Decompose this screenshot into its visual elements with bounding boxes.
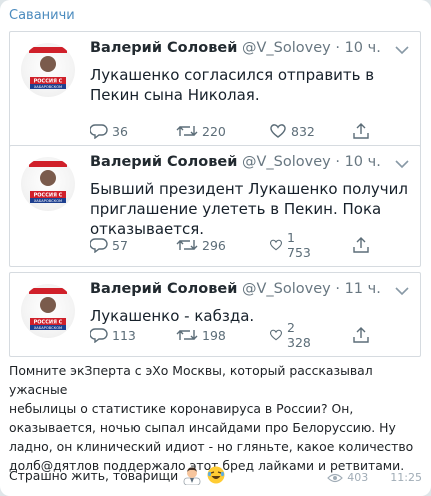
reply-count: 113 bbox=[112, 327, 136, 343]
tweet-card[interactable]: РОССИЯ С ХАБАРОВСКОМ Валерий Соловей @V_… bbox=[9, 272, 421, 357]
share-icon bbox=[353, 237, 369, 253]
retweet-count: 296 bbox=[202, 237, 226, 253]
post-text: Помните экЗперта с эХо Москвы, который р… bbox=[9, 363, 414, 473]
reply-button[interactable]: 113 bbox=[90, 326, 136, 344]
separator: · bbox=[335, 40, 340, 56]
svg-text:РОССИЯ С: РОССИЯ С bbox=[34, 320, 63, 326]
tweet-author[interactable]: Валерий Соловей bbox=[90, 281, 237, 297]
svg-text:РОССИЯ С: РОССИЯ С bbox=[34, 193, 63, 199]
chevron-down-icon[interactable] bbox=[394, 158, 410, 170]
tweet-handle[interactable]: @V_Solovey bbox=[242, 281, 331, 297]
reply-icon bbox=[90, 124, 108, 139]
reply-icon bbox=[90, 328, 108, 343]
view-count: 403 bbox=[347, 471, 369, 484]
tweet-time[interactable]: 11 ч. bbox=[345, 281, 381, 297]
avatar[interactable]: РОССИЯ С ХАБАРОВСКОМ bbox=[21, 157, 75, 211]
separator: · bbox=[335, 281, 340, 297]
heart-icon bbox=[269, 239, 283, 251]
avatar[interactable]: РОССИЯ С ХАБАРОВСКОМ bbox=[21, 43, 75, 97]
share-button[interactable] bbox=[352, 236, 370, 254]
retweet-button[interactable]: 220 bbox=[176, 122, 226, 140]
like-button[interactable]: 2 328 bbox=[269, 320, 315, 350]
reply-count: 57 bbox=[112, 237, 128, 253]
tweet-time[interactable]: 10 ч. bbox=[345, 154, 381, 170]
like-button[interactable]: 832 bbox=[269, 122, 315, 140]
svg-text:РОССИЯ С: РОССИЯ С bbox=[34, 79, 63, 85]
share-button[interactable] bbox=[352, 122, 370, 140]
message-meta: 403 11:25 bbox=[327, 471, 422, 484]
post-closing-line: Страшно жить, товарищи bbox=[9, 465, 226, 485]
like-count: 2 328 bbox=[287, 320, 311, 350]
retweet-icon bbox=[176, 240, 198, 250]
tweet-card[interactable]: РОССИЯ С ХАБАРОВСКОМ Валерий Соловей @V_… bbox=[9, 145, 421, 267]
reply-button[interactable]: 57 bbox=[90, 236, 128, 254]
tweet-text: Лукашенко согласился отправить в Пекин с… bbox=[90, 66, 375, 104]
retweet-icon bbox=[176, 330, 198, 340]
tweet-time[interactable]: 10 ч. bbox=[345, 40, 381, 56]
tweet-author[interactable]: Валерий Соловей bbox=[90, 40, 237, 56]
post-closing-text: Страшно жить, товарищи bbox=[9, 467, 179, 483]
channel-name[interactable]: Саваничи bbox=[9, 8, 75, 23]
share-icon bbox=[353, 123, 369, 139]
retweet-count: 198 bbox=[202, 327, 226, 343]
tweet-handle[interactable]: @V_Solovey bbox=[242, 40, 331, 56]
chevron-down-icon[interactable] bbox=[394, 285, 410, 297]
tweet-card[interactable]: РОССИЯ С ХАБАРОВСКОМ Валерий Соловей @V_… bbox=[9, 31, 421, 153]
laughing-emoji-icon bbox=[207, 466, 225, 484]
like-count: 1 753 bbox=[287, 230, 311, 260]
chevron-down-icon[interactable] bbox=[394, 44, 410, 56]
retweet-button[interactable]: 198 bbox=[176, 326, 226, 344]
avatar[interactable]: РОССИЯ С ХАБАРОВСКОМ bbox=[21, 284, 75, 338]
man-emoji-icon bbox=[183, 467, 201, 485]
heart-icon bbox=[270, 124, 286, 138]
svg-text:ХАБАРОВСКОМ: ХАБАРОВСКОМ bbox=[34, 326, 62, 330]
tweet-author[interactable]: Валерий Соловей bbox=[90, 154, 237, 170]
tweet-handle[interactable]: @V_Solovey bbox=[242, 154, 331, 170]
tweet-text: Лукашенко - кабзда. bbox=[90, 307, 255, 325]
heart-icon bbox=[269, 329, 283, 341]
separator: · bbox=[335, 154, 340, 170]
share-button[interactable] bbox=[352, 326, 370, 344]
tweet-text: Бывший президент Лукашенко получил пригл… bbox=[90, 180, 408, 238]
svg-text:ХАБАРОВСКОМ: ХАБАРОВСКОМ bbox=[34, 199, 62, 203]
message-bubble: Саваничи РОССИЯ С ХАБАРОВСКОМ Валерий Со… bbox=[0, 0, 431, 496]
reply-button[interactable]: 36 bbox=[90, 122, 128, 140]
retweet-count: 220 bbox=[202, 123, 226, 139]
retweet-button[interactable]: 296 bbox=[176, 236, 226, 254]
like-button[interactable]: 1 753 bbox=[269, 230, 315, 260]
reply-icon bbox=[90, 238, 108, 253]
like-count: 832 bbox=[291, 123, 315, 139]
reply-count: 36 bbox=[112, 123, 128, 139]
eye-icon bbox=[327, 473, 344, 482]
retweet-icon bbox=[176, 126, 198, 136]
share-icon bbox=[353, 327, 369, 343]
message-time: 11:25 bbox=[390, 471, 422, 484]
svg-text:ХАБАРОВСКОМ: ХАБАРОВСКОМ bbox=[34, 85, 62, 89]
